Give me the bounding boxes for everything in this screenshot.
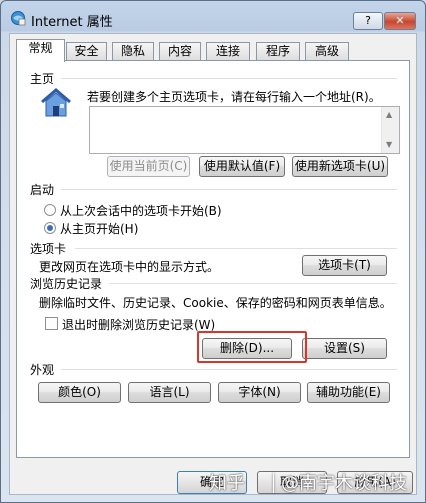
internet-options-icon [11, 11, 26, 26]
tab-general[interactable]: 常规 [16, 39, 65, 62]
watermark-divider [273, 473, 274, 493]
tab-privacy[interactable]: 隐私 [112, 42, 154, 61]
delete-on-exit-checkbox[interactable] [45, 317, 58, 330]
languages-button[interactable]: 语言(L) [128, 382, 211, 403]
tabs-divider [75, 248, 397, 249]
window-title: Internet 属性 [31, 15, 113, 30]
delete-button-highlight [197, 331, 307, 363]
title-bar: Internet 属性 ? ✕ [1, 1, 425, 33]
history-divider [109, 283, 397, 284]
appearance-divider [61, 369, 397, 370]
tab-programs[interactable]: 程序 [256, 42, 300, 61]
startup-heading: 启动 [30, 183, 55, 197]
watermark-right: @南宇木谈科技 [281, 473, 407, 494]
internet-properties-window: Internet 属性 ? ✕ 常规 安全 隐私 内容 连接 程序 高级 主页 … [0, 0, 426, 503]
history-description: 删除临时文件、历史记录、Cookie、保存的密码和网页表单信息。 [39, 296, 392, 310]
textarea-scrollbar[interactable]: ▲ ▼ [381, 107, 399, 153]
startup-radio-home[interactable] [44, 222, 56, 234]
tab-content[interactable]: 内容 [159, 42, 201, 61]
home-page-heading: 主页 [30, 72, 55, 86]
watermark-left: 知乎 [209, 473, 245, 494]
colors-button[interactable]: 颜色(O) [38, 382, 121, 403]
use-current-button[interactable]: 使用当前页(C) [107, 156, 190, 177]
scroll-down-icon[interactable]: ▼ [386, 140, 392, 149]
help-button[interactable]: ? [353, 12, 383, 30]
tabs-settings-button[interactable]: 选项卡(T) [302, 255, 387, 276]
general-tab-panel: 主页 若要创建多个主页选项卡，请在每行输入一个地址(R)。 ▲ ▼ 使用当前页(… [16, 60, 410, 458]
tabs-heading: 选项卡 [30, 242, 67, 256]
scroll-up-icon[interactable]: ▲ [386, 110, 392, 119]
close-button[interactable]: ✕ [384, 12, 416, 30]
startup-option-home[interactable]: 从主页开始(H) [60, 220, 138, 237]
startup-radio-last-session[interactable] [44, 204, 56, 216]
accessibility-button[interactable]: 辅助功能(E) [307, 382, 390, 403]
use-new-tab-button[interactable]: 使用新选项卡(U) [292, 156, 388, 177]
home-divider [61, 78, 397, 79]
fonts-button[interactable]: 字体(N) [218, 382, 301, 403]
history-heading: 浏览历史记录 [30, 277, 103, 291]
appearance-heading: 外观 [30, 363, 55, 377]
home-icon [41, 88, 71, 117]
startup-option-last-session[interactable]: 从上次会话中的选项卡开始(B) [60, 202, 222, 219]
startup-divider [61, 189, 397, 190]
use-default-button[interactable]: 使用默认值(F) [199, 156, 285, 177]
tabs-description: 更改网页在选项卡中的显示方式。 [39, 260, 220, 274]
home-url-textarea[interactable]: ▲ ▼ [89, 106, 400, 154]
tab-connections[interactable]: 连接 [206, 42, 250, 61]
home-description: 若要创建多个主页选项卡，请在每行输入一个地址(R)。 [87, 90, 381, 104]
history-settings-button[interactable]: 设置(S) [302, 338, 387, 359]
delete-on-exit-label[interactable]: 退出时删除浏览历史记录(W) [62, 316, 215, 333]
tab-security[interactable]: 安全 [66, 42, 107, 61]
tab-advanced[interactable]: 高级 [305, 42, 349, 61]
